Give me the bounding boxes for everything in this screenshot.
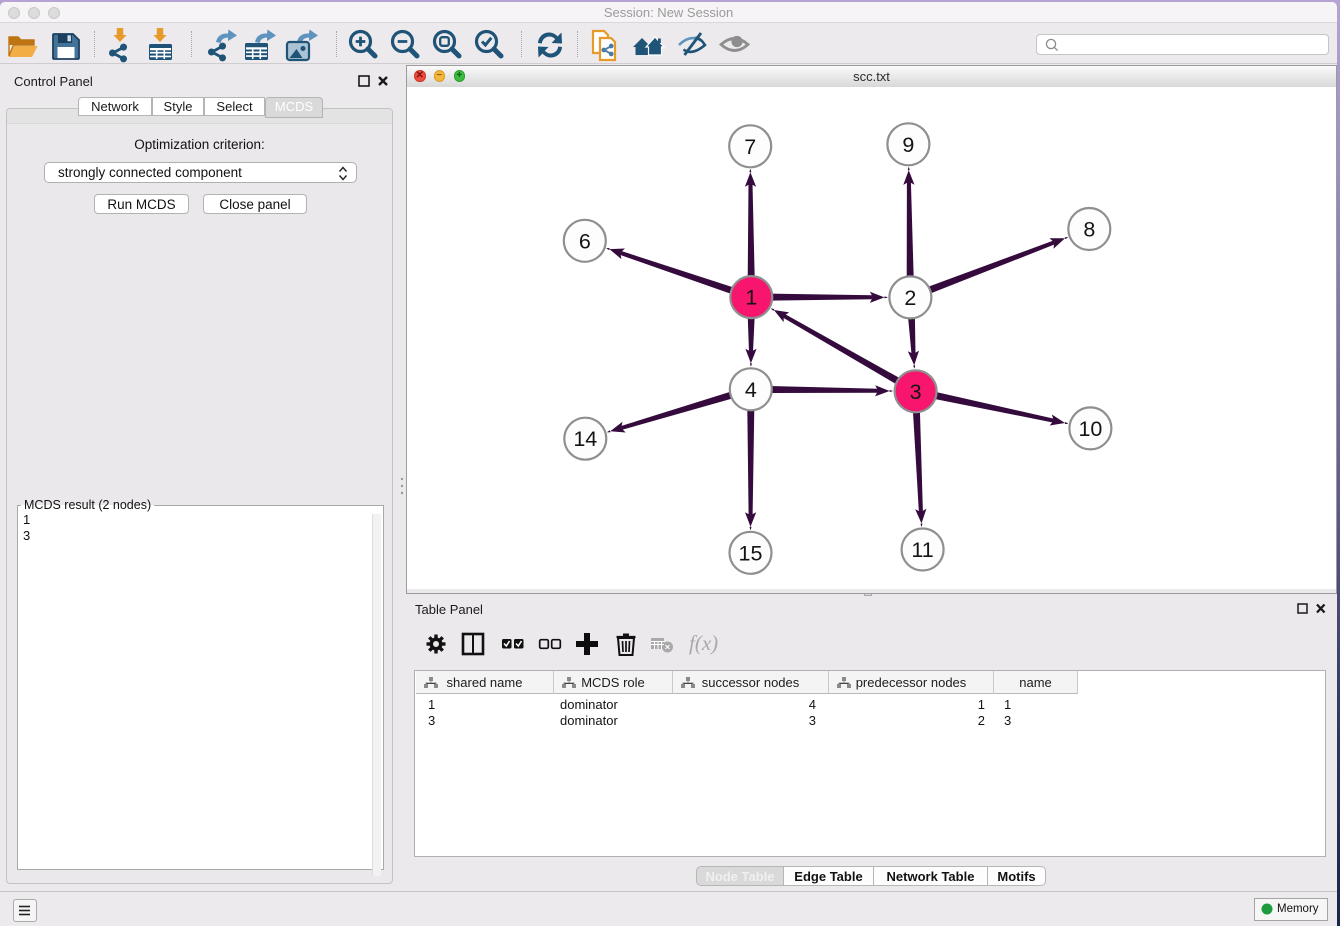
svg-text:9: 9 xyxy=(902,133,914,157)
svg-text:1: 1 xyxy=(745,286,757,310)
svg-text:6: 6 xyxy=(579,229,591,253)
svg-text:8: 8 xyxy=(1083,218,1095,242)
svg-text:3: 3 xyxy=(910,380,922,404)
svg-text:14: 14 xyxy=(573,427,597,451)
svg-text:10: 10 xyxy=(1078,417,1102,441)
svg-text:2: 2 xyxy=(904,286,916,310)
svg-text:15: 15 xyxy=(739,541,763,565)
svg-text:11: 11 xyxy=(911,538,933,562)
svg-text:7: 7 xyxy=(744,135,756,159)
svg-text:4: 4 xyxy=(745,378,757,402)
